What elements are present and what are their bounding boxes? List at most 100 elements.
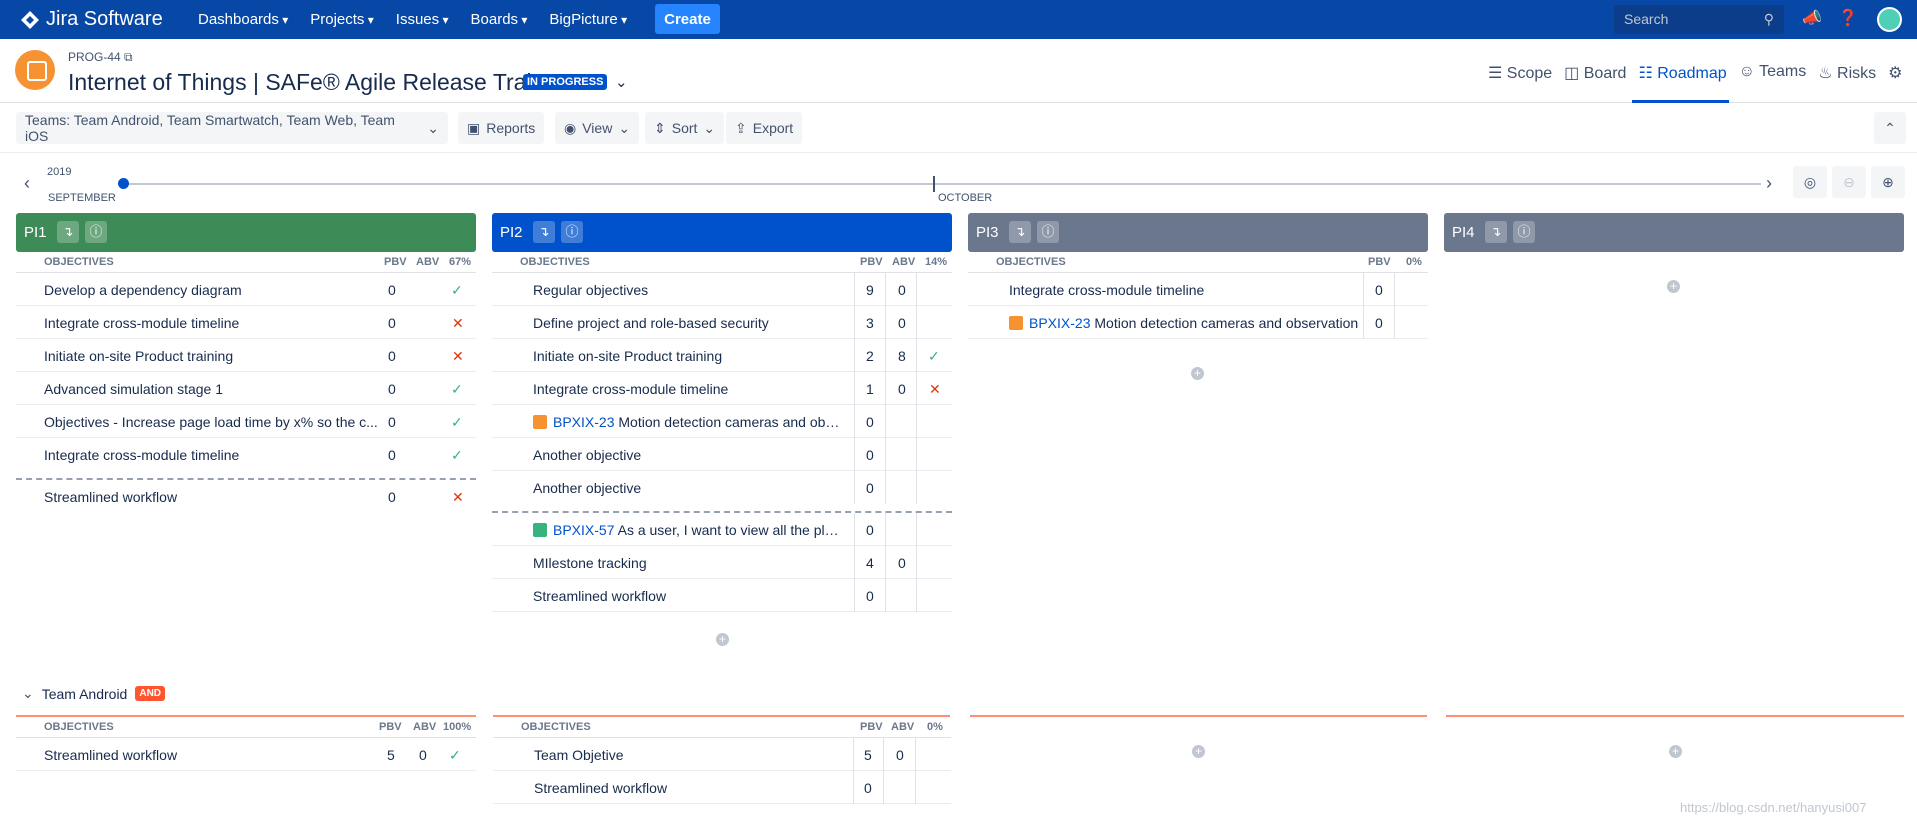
timeline-track[interactable] bbox=[121, 183, 1761, 185]
export-label: Export bbox=[752, 120, 794, 136]
avatar[interactable] bbox=[1877, 7, 1902, 32]
help-icon[interactable]: ❓ bbox=[1838, 9, 1858, 29]
objective-row[interactable]: BPXIX-23 Motion detection cameras and ob… bbox=[492, 405, 952, 438]
pi-header-pi2[interactable]: PI2 ↴ ⓘ bbox=[492, 213, 952, 252]
copy-icon[interactable]: ⧉ bbox=[124, 50, 133, 64]
column-divider bbox=[885, 306, 886, 339]
nav-dashboards[interactable]: Dashboards bbox=[198, 11, 288, 28]
objective-row[interactable]: Team Objetive 5 0 bbox=[493, 738, 951, 771]
import-icon[interactable]: ↴ bbox=[1485, 221, 1507, 243]
objective-row[interactable]: Regular objectives 9 0 bbox=[492, 273, 952, 306]
gear-icon[interactable]: ⚙ bbox=[1888, 63, 1902, 83]
search-input[interactable]: Search ⚲ bbox=[1614, 5, 1784, 34]
objective-row[interactable]: BPXIX-57 As a user, I want to view all t… bbox=[492, 513, 952, 546]
objective-row[interactable]: Advanced simulation stage 1 0 ✓ bbox=[16, 372, 476, 405]
objective-row[interactable]: Initiate on-site Product training 0 ✕ bbox=[16, 339, 476, 372]
column-divider bbox=[883, 771, 884, 804]
pi-header-pi4[interactable]: PI4 ↴ ⓘ bbox=[1444, 213, 1904, 252]
import-icon[interactable]: ↴ bbox=[1009, 221, 1031, 243]
add-objective-icon[interactable]: + bbox=[1667, 280, 1680, 293]
objective-row[interactable]: Streamlined workflow 5 0 ✓ bbox=[16, 738, 476, 771]
nav-projects[interactable]: Projects bbox=[310, 11, 374, 28]
issue-key[interactable]: PROG-44 ⧉ bbox=[68, 50, 133, 65]
timeline-today-marker[interactable] bbox=[118, 178, 129, 189]
objective-row[interactable]: BPXIX-23 Motion detection cameras and ob… bbox=[968, 306, 1428, 339]
add-objective-icon[interactable]: + bbox=[1669, 745, 1682, 758]
nav-issues[interactable]: Issues bbox=[396, 11, 449, 28]
objective-row[interactable]: Integrate cross-module timeline 0 ✓ bbox=[16, 438, 476, 471]
column-divider bbox=[854, 306, 855, 339]
objective-row[interactable]: MIlestone tracking 4 0 bbox=[492, 546, 952, 579]
objective-row[interactable]: Integrate cross-module timeline 0 ✕ bbox=[16, 306, 476, 339]
objective-row[interactable]: Streamlined workflow 0 bbox=[493, 771, 951, 804]
objective-row[interactable]: Integrate cross-module timeline 0 bbox=[968, 273, 1428, 306]
jira-logo[interactable]: Jira Software bbox=[20, 8, 163, 31]
objective-row[interactable]: Another objective 0 bbox=[492, 438, 952, 471]
objective-abv: 0 bbox=[419, 747, 427, 763]
objective-row[interactable]: Objectives - Increase page load time by … bbox=[16, 405, 476, 438]
sort-button[interactable]: ⇕ Sort ⌄ bbox=[645, 112, 725, 144]
issue-link[interactable]: BPXIX-23 bbox=[553, 414, 614, 430]
add-objective-icon[interactable]: + bbox=[1192, 745, 1205, 758]
tab-board[interactable]: ◫ Board bbox=[1564, 63, 1626, 83]
tab-roadmap[interactable]: ☷ Roadmap bbox=[1638, 63, 1726, 83]
column-divider bbox=[916, 438, 917, 471]
tab-teams[interactable]: ☺ Teams bbox=[1739, 63, 1807, 83]
add-objective-icon[interactable]: + bbox=[1191, 367, 1204, 380]
reports-button[interactable]: ▣ Reports bbox=[458, 112, 545, 144]
status-badge[interactable]: IN PROGRESS bbox=[523, 74, 608, 90]
nav-boards[interactable]: Boards bbox=[471, 11, 528, 28]
create-button[interactable]: Create bbox=[655, 4, 720, 34]
issue-summary: Motion detection cameras and observation bbox=[1094, 315, 1359, 331]
objective-abv: 0 bbox=[898, 282, 906, 298]
teams-filter[interactable]: Teams: Team Android, Team Smartwatch, Te… bbox=[16, 112, 448, 144]
issue-link[interactable]: BPXIX-23 bbox=[1029, 315, 1090, 331]
objective-pbv: 9 bbox=[866, 282, 874, 298]
megaphone-icon[interactable]: 📣 bbox=[1802, 9, 1822, 29]
import-icon[interactable]: ↴ bbox=[533, 221, 555, 243]
chevron-up-icon: ⌃ bbox=[1884, 119, 1896, 136]
pi3-objectives: OBJECTIVES PBV 0% Integrate cross-module… bbox=[968, 252, 1428, 342]
target-icon[interactable]: ◎ bbox=[1793, 166, 1827, 198]
info-icon[interactable]: ⓘ bbox=[85, 221, 107, 243]
info-icon[interactable]: ⓘ bbox=[561, 221, 583, 243]
objective-row[interactable]: Develop a dependency diagram 0 ✓ bbox=[16, 273, 476, 306]
view-button[interactable]: ◉ View ⌄ bbox=[555, 112, 640, 144]
pi-header-pi3[interactable]: PI3 ↴ ⓘ bbox=[968, 213, 1428, 252]
info-icon[interactable]: ⓘ bbox=[1037, 221, 1059, 243]
teams-icon: ☺ bbox=[1738, 63, 1755, 80]
objective-row[interactable]: Streamlined workflow 0 bbox=[492, 579, 952, 612]
chevron-down-icon[interactable]: ⌄ bbox=[615, 73, 628, 91]
objective-row[interactable]: Initiate on-site Product training 2 8 ✓ bbox=[492, 339, 952, 372]
tab-risks[interactable]: ♨ Risks bbox=[1818, 63, 1876, 83]
objective-name: Another objective bbox=[533, 447, 642, 463]
tab-scope[interactable]: ☰ Scope bbox=[1488, 63, 1552, 83]
chevron-left-icon[interactable]: ‹ bbox=[24, 173, 30, 194]
pi1-objectives: OBJECTIVES PBV ABV 67% Develop a depende… bbox=[16, 252, 476, 512]
view-label: View bbox=[582, 120, 613, 136]
objective-pbv: 0 bbox=[1375, 282, 1383, 298]
team-row-header[interactable]: ⌄ Team Android AND bbox=[22, 685, 166, 702]
zoom-in-icon[interactable]: ⊕ bbox=[1871, 166, 1905, 198]
export-button[interactable]: ⇪ Export bbox=[726, 112, 803, 144]
info-icon[interactable]: ⓘ bbox=[1513, 221, 1535, 243]
collapse-button[interactable]: ⌃ bbox=[1874, 112, 1906, 144]
issue-link[interactable]: BPXIX-57 bbox=[553, 522, 614, 538]
sort-label: Sort bbox=[671, 120, 698, 136]
zoom-out-icon[interactable]: ⊖ bbox=[1832, 166, 1866, 198]
pi-header-pi1[interactable]: PI1 ↴ ⓘ bbox=[16, 213, 476, 252]
chevron-down-icon[interactable]: ⌄ bbox=[22, 685, 34, 702]
add-objective-icon[interactable]: + bbox=[716, 633, 729, 646]
objective-row[interactable]: Another objective 0 bbox=[492, 471, 952, 504]
column-divider bbox=[853, 738, 854, 771]
objective-row[interactable]: Integrate cross-module timeline 1 0 ✕ bbox=[492, 372, 952, 405]
chevron-right-icon[interactable]: › bbox=[1766, 173, 1772, 194]
import-icon[interactable]: ↴ bbox=[57, 221, 79, 243]
objective-pbv: 1 bbox=[866, 381, 874, 397]
team-divider bbox=[493, 715, 950, 717]
objectives-header: OBJECTIVES PBV ABV 0% bbox=[493, 718, 951, 738]
nav-bigpicture[interactable]: BigPicture bbox=[549, 11, 627, 28]
objective-row[interactable]: Streamlined workflow 0 ✕ bbox=[16, 480, 476, 513]
logo-text: Jira Software bbox=[46, 8, 163, 30]
objective-row[interactable]: Define project and role-based security 3 0 bbox=[492, 306, 952, 339]
